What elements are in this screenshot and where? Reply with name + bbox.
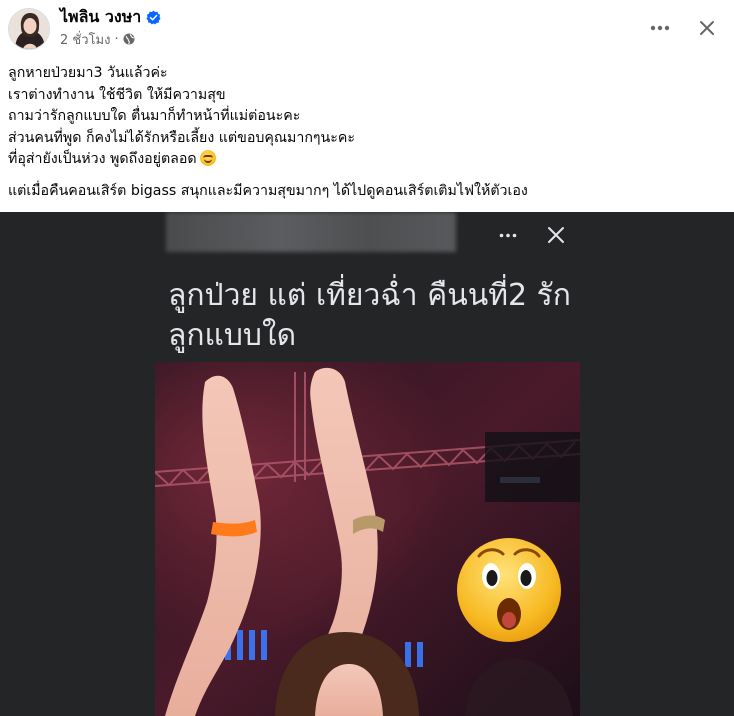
blurred-header	[166, 212, 456, 252]
post-meta: 2 ชั่วโมง ·	[60, 30, 135, 48]
post-close-button[interactable]	[689, 10, 725, 46]
post-more-button[interactable]	[642, 10, 678, 46]
verified-badge-icon	[146, 10, 161, 25]
more-horizontal-icon	[650, 25, 670, 31]
caption-line: ที่อุส่ายังเป็นห่วง พูดถึงอยู่ตลอด	[8, 151, 197, 168]
author-avatar[interactable]	[8, 8, 50, 50]
caption-line: ถามว่ารักลูกแบบใด ตื่นมาก็ทำหน้าที่แม่ต่…	[8, 108, 301, 125]
caption-paragraph: แต่เมื่อคืนคอนเสิร์ต bigass สนุกและมีควา…	[8, 182, 528, 199]
globe-icon[interactable]	[123, 33, 135, 45]
meta-separator: ·	[114, 31, 119, 47]
screenshot-title: ลูกป่วย แต่ เที่ยวฉ่ำ คืนนที่2 รัก ลูกแบ…	[168, 278, 571, 353]
caption-line-with-emoji: ที่อุส่ายังเป็นห่วง พูดถึงอยู่ตลอด	[8, 149, 724, 171]
surprised-face-emoji-icon	[457, 538, 561, 642]
concert-photo	[155, 362, 580, 716]
post-media[interactable]: ลูกป่วย แต่ เที่ยวฉ่ำ คืนนที่2 รัก ลูกแบ…	[0, 212, 734, 716]
close-icon	[548, 227, 564, 243]
post-header: ไพลิน วงษา 2 ชั่วโมง ·	[0, 0, 734, 56]
media-more-button	[491, 218, 525, 252]
author-name[interactable]: ไพลิน วงษา	[60, 5, 141, 30]
caption-line: ส่วนคนที่พูด ก็คงไม่ได้รักหรือเลี้ยง แต่…	[8, 129, 355, 146]
post-timestamp[interactable]: 2 ชั่วโมง	[60, 29, 110, 50]
post-caption: ลูกหายป่วยมา3 วันแล้วค่ะ เราต่างทำงาน ใช…	[8, 63, 724, 203]
media-close-button	[539, 218, 573, 252]
smiling-face-icon	[199, 150, 216, 167]
more-horizontal-icon	[499, 233, 517, 237]
caption-line: ลูกหายป่วยมา3 วันแล้วค่ะ	[8, 65, 168, 81]
author-row: ไพลิน วงษา	[60, 6, 161, 28]
close-icon	[700, 21, 714, 35]
caption-line: เราต่างทำงาน ใช้ชีวิต ให้มีความสุข	[8, 86, 226, 103]
